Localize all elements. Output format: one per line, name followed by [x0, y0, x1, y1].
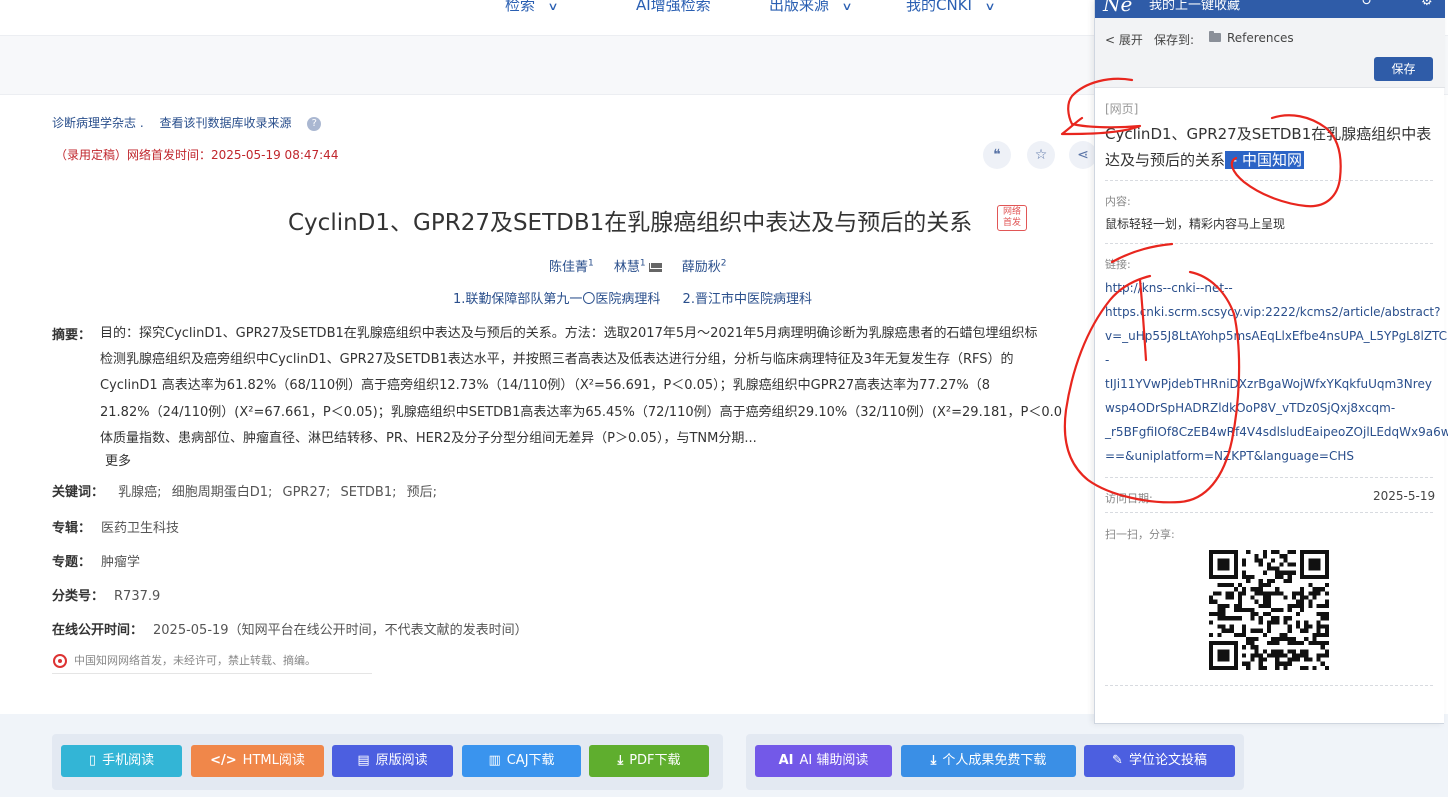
divider: [1105, 685, 1433, 686]
cnki-mark-icon: [53, 654, 67, 668]
phone-icon: ▯: [88, 753, 97, 768]
save-to-label: 保存到:: [1154, 33, 1195, 47]
code-icon: </>: [210, 753, 237, 768]
keyword-link[interactable]: 细胞周期蛋白D1;: [172, 485, 273, 500]
author-link[interactable]: 薛励秋2: [682, 259, 727, 275]
download-icon: ⤓: [930, 753, 937, 768]
chevron-down-icon: ∨: [984, 0, 996, 13]
book-icon: ▤: [357, 753, 370, 768]
visit-date: 2025-5-19: [1373, 489, 1436, 503]
content-field[interactable]: 鼠标轻轻一划，精彩内容马上呈现: [1105, 215, 1285, 232]
share-label: 扫一扫，分享:: [1105, 528, 1175, 541]
more-link[interactable]: 更多: [105, 450, 131, 469]
pen-icon: ✎: [1112, 753, 1123, 768]
affiliations: 1.联勤保障部队第九一〇医院病理科 2.晋江市中医院病理科: [453, 288, 830, 307]
author-link[interactable]: 林慧1: [614, 259, 662, 275]
keyword-link[interactable]: GPR27;: [283, 485, 331, 500]
nav-publications[interactable]: 出版来源 ∨: [769, 0, 853, 15]
affiliation-link[interactable]: 2.晋江市中医院病理科: [683, 292, 812, 307]
divider: [1105, 243, 1433, 244]
nav-search[interactable]: 检索 ∨: [505, 0, 559, 15]
free-download-button[interactable]: ⤓ 个人成果免费下载: [901, 745, 1076, 777]
panel-logo: Ne: [1103, 0, 1133, 16]
mobile-read-button[interactable]: ▯ 手机阅读: [61, 745, 182, 777]
publish-notice: （录用定稿）网络首发时间：2025-05-19 08:47:44: [55, 148, 339, 162]
link-label: 链接:: [1105, 258, 1131, 271]
online-first-badge: 网络 首发: [997, 205, 1027, 231]
folder-icon: [1209, 31, 1221, 42]
journal-link[interactable]: 诊断病理学杂志 .: [52, 116, 144, 130]
abstract-label: 摘要：: [52, 328, 92, 343]
help-icon[interactable]: ?: [307, 116, 322, 131]
class-row: 分类号： R737.9: [52, 589, 161, 604]
divider: [1105, 180, 1433, 181]
caj-download-button[interactable]: ▥ CAJ下载: [462, 745, 581, 777]
content-label: 内容:: [1105, 195, 1131, 208]
ai-read-button[interactable]: AI AI 辅助阅读: [755, 745, 892, 777]
panel-header: Ne 我的上一键收藏 ↻ ⚙: [1095, 0, 1445, 18]
save-button[interactable]: 保存: [1374, 57, 1433, 81]
db-source-link[interactable]: 查看该刊数据库收录来源: [159, 116, 291, 130]
abstract-text: 目的：探究CyclinD1、GPR27及SETDB1在乳腺癌组织中表达及与预后的…: [100, 326, 1063, 446]
source-line: 诊断病理学杂志 . 查看该刊数据库收录来源 ?: [52, 114, 333, 131]
title-selection: - 中国知网: [1225, 151, 1304, 169]
topic-row: 专题： 肿瘤学: [52, 555, 141, 570]
star-icon[interactable]: ☆: [1027, 141, 1055, 169]
mail-icon: [648, 263, 662, 272]
copyright-notice: 中国知网网络首发，未经许可，禁止转载、摘编。: [52, 648, 372, 674]
panel-toolbar: < 展开 保存到: References 保存: [1095, 18, 1445, 88]
chevron-down-icon: ∨: [841, 0, 853, 13]
author-list: 陈佳菁1 林慧1 薛励秋2: [549, 256, 743, 275]
nav-ai-search[interactable]: AI增强检索: [636, 0, 711, 15]
html-read-button[interactable]: </> HTML阅读: [191, 745, 324, 777]
keywords-row: 关键词： 乳腺癌; 细胞周期蛋白D1; GPR27; SETDB1; 预后;: [52, 485, 438, 500]
link-field[interactable]: http://kns--cnki--net-- https.cnki.scrm.…: [1105, 276, 1448, 468]
panel-title: 我的上一键收藏: [1149, 0, 1241, 13]
keyword-link[interactable]: SETDB1;: [341, 485, 397, 500]
refresh-icon[interactable]: ↻: [1361, 0, 1372, 9]
qr-code: [1209, 550, 1329, 670]
collect-panel: Ne 我的上一键收藏 ↻ ⚙ < 展开 保存到: References 保存 […: [1094, 0, 1448, 724]
screen: 检索 ∨ AI增强检索 出版来源 ∨ 我的CNKI ∨ 诊断病理学杂志 . 查看该刊数…: [0, 0, 1448, 797]
author-link[interactable]: 陈佳菁1: [549, 259, 594, 275]
visit-date-label: 访问日期:: [1105, 492, 1153, 505]
article-title: CyclinD1、GPR27及SETDB1在乳腺癌组织中表达及与预后的关系: [288, 210, 973, 236]
original-read-button[interactable]: ▤ 原版阅读: [332, 745, 453, 777]
open-book-icon: ▥: [488, 753, 501, 768]
album-row: 专辑： 医药卫生科技: [52, 521, 180, 536]
affiliation-link[interactable]: 1.联勤保障部队第九一〇医院病理科: [453, 292, 660, 307]
item-title-field[interactable]: CyclinD1、GPR27及SETDB1在乳腺癌组织中表达及与预后的关系 - …: [1105, 121, 1437, 173]
keyword-link[interactable]: 预后;: [407, 485, 437, 500]
online-date-row: 在线公开时间： 2025-05-19（知网平台在线公开时间，不代表文献的发表时间）: [52, 623, 528, 638]
pdf-download-button[interactable]: ⤓ PDF下载: [589, 745, 709, 777]
pdf-icon: ⤓: [617, 753, 624, 768]
divider: [1105, 512, 1433, 513]
nav-my-cnki[interactable]: 我的CNKI ∨: [906, 0, 996, 15]
quote-icon[interactable]: ❝: [983, 141, 1011, 169]
settings-icon[interactable]: ⚙: [1421, 0, 1433, 9]
divider: [1105, 477, 1433, 478]
share-icon[interactable]: ⋖: [1069, 141, 1097, 169]
folder-select[interactable]: References: [1227, 31, 1294, 45]
chevron-down-icon: ∨: [547, 0, 559, 13]
item-type: [网页]: [1105, 102, 1139, 116]
thesis-submit-button[interactable]: ✎ 学位论文投稿: [1084, 745, 1235, 777]
keyword-link[interactable]: 乳腺癌;: [118, 485, 161, 500]
ai-icon: AI: [778, 753, 794, 768]
expand-button[interactable]: < 展开: [1105, 31, 1143, 48]
